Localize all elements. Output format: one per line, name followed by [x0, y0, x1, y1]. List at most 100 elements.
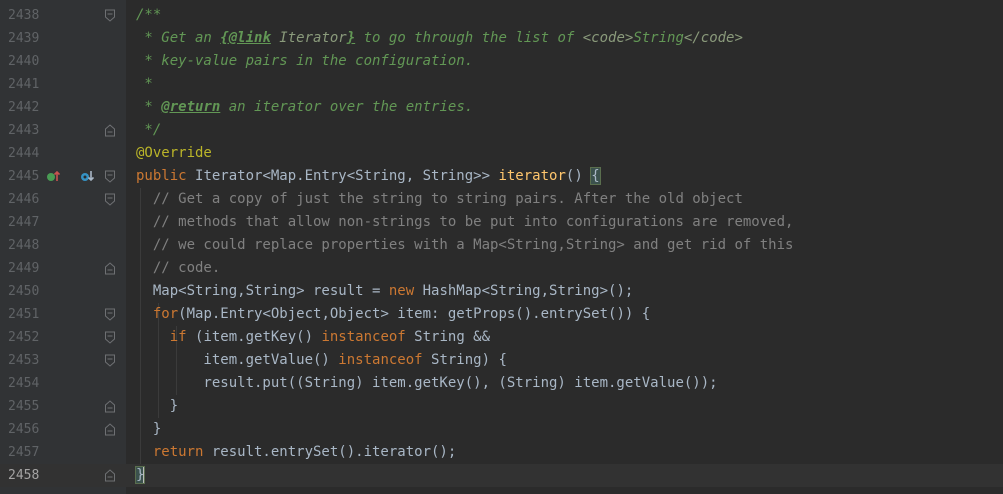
- code-line[interactable]: 2454 result.put((String) item.getKey(), …: [0, 372, 1003, 395]
- line-number[interactable]: 2453: [8, 349, 44, 372]
- code-token: * Get an: [136, 30, 221, 46]
- line-number[interactable]: 2447: [8, 211, 44, 234]
- code-line[interactable]: 2444 @Override: [0, 142, 1003, 165]
- fold-marker-icon[interactable]: [104, 124, 116, 137]
- code-text[interactable]: // we could replace properties with a Ma…: [136, 234, 794, 257]
- fold-marker-icon[interactable]: [104, 331, 116, 344]
- code-token: an iterator over the entries.: [220, 99, 474, 115]
- fold-marker-icon[interactable]: [104, 469, 116, 482]
- line-number[interactable]: 2443: [8, 119, 44, 142]
- line-number[interactable]: 2449: [8, 257, 44, 280]
- line-number[interactable]: 2446: [8, 188, 44, 211]
- code-token: }: [346, 30, 356, 46]
- code-line[interactable]: 2452 if (item.getKey() instanceof String…: [0, 326, 1003, 349]
- code-line[interactable]: 2450 Map<String,String> result = new Has…: [0, 280, 1003, 303]
- code-token: *: [136, 99, 162, 115]
- code-token: Iterator: [270, 30, 347, 46]
- code-token: String) {: [431, 352, 507, 368]
- fold-marker-icon[interactable]: [104, 193, 116, 206]
- code-text[interactable]: Map<String,String> result = new HashMap<…: [136, 280, 633, 303]
- fold-marker-icon[interactable]: [104, 170, 116, 183]
- line-number[interactable]: 2454: [8, 372, 44, 395]
- code-text[interactable]: // methods that allow non-strings to be …: [136, 211, 794, 234]
- fold-marker-icon[interactable]: [104, 423, 116, 436]
- code-token: result.put((String) item.getKey(), (Stri…: [136, 375, 718, 391]
- line-number[interactable]: 2448: [8, 234, 44, 257]
- line-number[interactable]: 2438: [8, 4, 44, 27]
- line-number[interactable]: 2456: [8, 418, 44, 441]
- code-line[interactable]: 2440 * key-value pairs in the configurat…: [0, 50, 1003, 73]
- code-line[interactable]: 2439 * Get an {@link Iterator} to go thr…: [0, 27, 1003, 50]
- code-token: (item.getKey(): [195, 329, 322, 345]
- line-number[interactable]: 2440: [8, 50, 44, 73]
- code-line[interactable]: 2441 *: [0, 73, 1003, 96]
- code-line[interactable]: 2457 return result.entrySet().iterator()…: [0, 441, 1003, 464]
- fold-marker-icon[interactable]: [104, 400, 116, 413]
- line-number[interactable]: 2457: [8, 441, 44, 464]
- code-text[interactable]: result.put((String) item.getKey(), (Stri…: [136, 372, 718, 395]
- code-token: instanceof: [321, 329, 415, 345]
- code-line[interactable]: 2456 }: [0, 418, 1003, 441]
- code-token: HashMap<String,String>();: [422, 283, 634, 299]
- code-text[interactable]: return result.entrySet().iterator();: [136, 441, 456, 464]
- code-line[interactable]: 2451 for(Map.Entry<Object,Object> item: …: [0, 303, 1003, 326]
- code-text[interactable]: }: [136, 395, 178, 418]
- line-number[interactable]: 2451: [8, 303, 44, 326]
- code-text[interactable]: *: [136, 73, 153, 96]
- code-line[interactable]: 2447 // methods that allow non-strings t…: [0, 211, 1003, 234]
- code-text[interactable]: */: [136, 119, 161, 142]
- code-line[interactable]: 2458}: [0, 464, 1003, 487]
- code-text[interactable]: // code.: [136, 257, 220, 280]
- line-number[interactable]: 2458: [8, 464, 44, 487]
- override-icon[interactable]: [46, 169, 60, 183]
- code-token: // Get a copy of just the string to stri…: [136, 191, 743, 207]
- code-text[interactable]: /**: [136, 4, 161, 27]
- code-token: {@link: [220, 30, 271, 46]
- code-token: *: [136, 76, 153, 92]
- code-line[interactable]: 2438 /**: [0, 4, 1003, 27]
- line-number[interactable]: 2445: [8, 165, 44, 188]
- fold-marker-icon[interactable]: [104, 354, 116, 367]
- code-token: @return: [161, 99, 221, 115]
- code-line[interactable]: 2455 }: [0, 395, 1003, 418]
- code-text[interactable]: }: [136, 418, 161, 441]
- line-number[interactable]: 2452: [8, 326, 44, 349]
- code-line[interactable]: 2445 public Iterator<Map.Entry<String, St…: [0, 165, 1003, 188]
- code-line[interactable]: 2446 // Get a copy of just the string to…: [0, 188, 1003, 211]
- code-line[interactable]: 2453 item.getValue() instanceof String) …: [0, 349, 1003, 372]
- line-number[interactable]: 2450: [8, 280, 44, 303]
- code-token: (): [565, 168, 592, 184]
- fold-marker-icon[interactable]: [104, 262, 116, 275]
- code-text[interactable]: * @return an iterator over the entries.: [136, 96, 473, 119]
- code-line[interactable]: 2442 * @return an iterator over the entr…: [0, 96, 1003, 119]
- code-text[interactable]: public Iterator<Map.Entry<String, String…: [136, 165, 601, 188]
- code-line[interactable]: 2449 // code.: [0, 257, 1003, 280]
- code-text[interactable]: * Get an {@link Iterator} to go through …: [136, 27, 743, 50]
- code-token: /**: [136, 7, 162, 23]
- line-number[interactable]: 2455: [8, 395, 44, 418]
- code-token: new: [388, 283, 423, 299]
- implements-icon[interactable]: [80, 169, 94, 183]
- code-text[interactable]: for(Map.Entry<Object,Object> item: getPr…: [136, 303, 650, 326]
- line-number[interactable]: 2442: [8, 96, 44, 119]
- code-text[interactable]: @Override: [136, 142, 212, 165]
- code-token: if: [136, 329, 196, 345]
- code-text[interactable]: // Get a copy of just the string to stri…: [136, 188, 743, 211]
- code-text[interactable]: }: [134, 464, 146, 487]
- line-number[interactable]: 2444: [8, 142, 44, 165]
- text-caret: [143, 467, 146, 483]
- code-text[interactable]: item.getValue() instanceof String) {: [136, 349, 507, 372]
- code-line[interactable]: 2443 */: [0, 119, 1003, 142]
- code-editor[interactable]: 2438 /** 2439 * Get an {@link Iterator} to…: [0, 0, 1003, 494]
- code-token: </code>: [683, 30, 743, 46]
- code-line[interactable]: 2448 // we could replace properties with…: [0, 234, 1003, 257]
- line-number[interactable]: 2439: [8, 27, 44, 50]
- code-token: Iterator<Map.Entry<String, String>>: [195, 168, 499, 184]
- code-token: // code.: [136, 260, 221, 276]
- code-text[interactable]: * key-value pairs in the configuration.: [136, 50, 473, 73]
- fold-marker-icon[interactable]: [104, 9, 116, 22]
- code-token: <code>: [582, 30, 634, 46]
- fold-marker-icon[interactable]: [104, 308, 116, 321]
- line-number[interactable]: 2441: [8, 73, 44, 96]
- code-text[interactable]: if (item.getKey() instanceof String &&: [136, 326, 490, 349]
